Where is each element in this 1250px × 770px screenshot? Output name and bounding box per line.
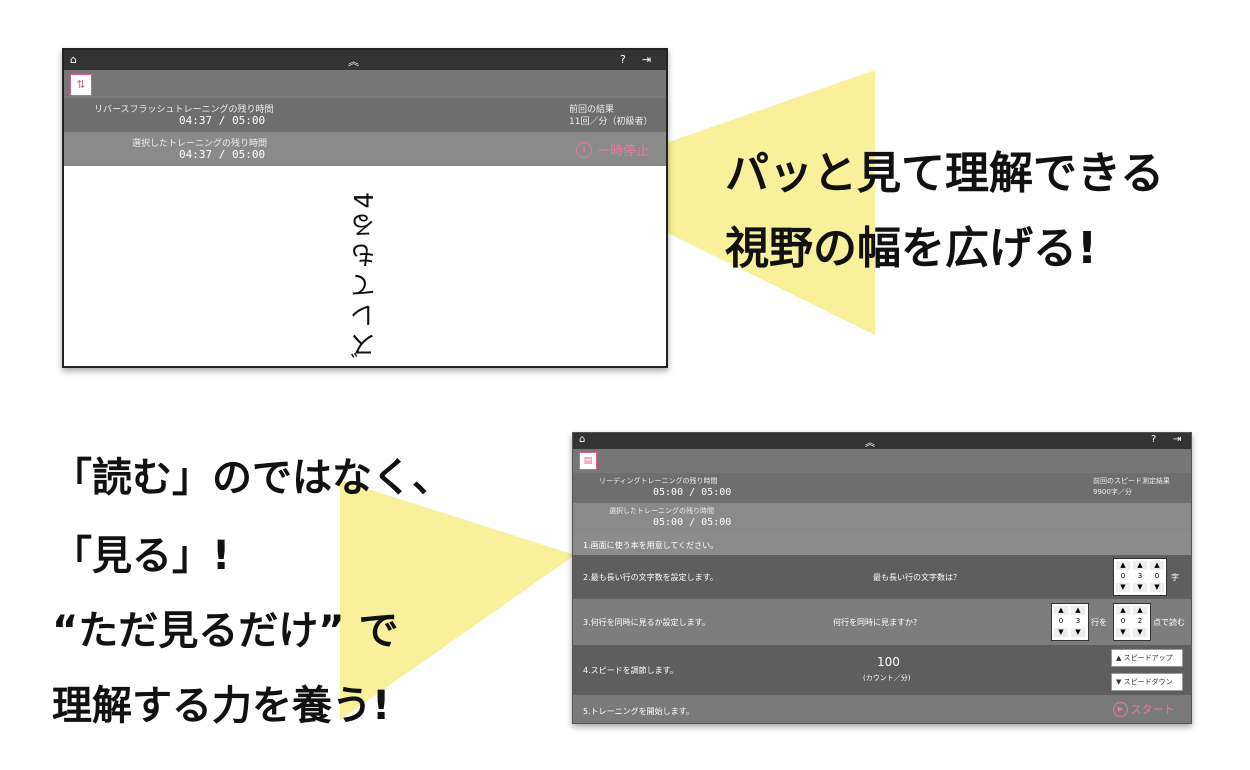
lines-down-1[interactable]: ▼: [1054, 628, 1068, 637]
flash-display-area: ズレてもる4: [64, 166, 666, 366]
speed-down-arrow-icon: ▼: [1116, 678, 1122, 686]
help-icon[interactable]: ?: [620, 53, 626, 66]
play-circle-icon: ▶: [1113, 701, 1128, 717]
pause-button[interactable]: Ⅱ 一時停止: [576, 139, 649, 159]
selected-label: 選択したトレーニングの残り時間: [609, 507, 714, 515]
reading-training-screenshot: ⌂ ︽ ? ⇥ ▤ リーディングトレーニングの残り時間 05:00 / 05:0…: [572, 432, 1192, 724]
step-4-row: 4.スピードを調節します。 100 (カウント／分) ▲ スピードアップ ▼ ス…: [573, 645, 1191, 695]
lines-up-2[interactable]: ▲: [1071, 606, 1085, 615]
step-5-label: 5.トレーニングを開始します。: [583, 707, 694, 716]
digit-down-2[interactable]: ▼: [1133, 583, 1147, 592]
digit-up-1[interactable]: ▲: [1116, 561, 1130, 570]
lines-stepper[interactable]: ▲ ▲ 0 3 ▼ ▼: [1051, 603, 1089, 641]
headline-top-line2: 視野の幅を広げる!: [725, 223, 1098, 274]
points-down-2[interactable]: ▼: [1133, 628, 1147, 637]
headline-bottom-line4: 理解する力を養う!: [52, 683, 391, 729]
double-chevron-up-icon[interactable]: ︽: [865, 434, 875, 449]
speed-up-label: スピードアップ: [1123, 654, 1173, 662]
flash-display-text: ズレてもる4: [350, 188, 380, 359]
previous-speed-label: 前回のスピード測定結果: [1093, 477, 1170, 485]
speed-up-button[interactable]: ▲ スピードアップ: [1111, 649, 1183, 667]
lines-value-1: 0: [1054, 617, 1068, 626]
remaining-label: リーディングトレーニングの残り時間: [599, 477, 718, 485]
step-1-label: 1.画面に使う本を用意してください。: [583, 541, 719, 550]
lines-up-1[interactable]: ▲: [1054, 606, 1068, 615]
step-2-label: 2.最も長い行の文字数を設定します。: [583, 573, 718, 582]
digit-up-3[interactable]: ▲: [1150, 561, 1164, 570]
mode-bar: ⇅: [64, 70, 666, 98]
speed-down-button[interactable]: ▼ スピードダウン: [1111, 673, 1183, 691]
double-chevron-up-icon[interactable]: ︽: [348, 53, 359, 69]
remaining-time: 05:00 / 05:00: [653, 487, 732, 498]
digit-down-3[interactable]: ▼: [1150, 583, 1164, 592]
selected-time-panel: 選択したトレーニングの残り時間 04:37 / 05:00 Ⅱ 一時停止: [64, 132, 666, 166]
start-label: スタート: [1130, 703, 1175, 716]
speed-up-arrow-icon: ▲: [1116, 654, 1122, 662]
char-unit: 字: [1171, 573, 1179, 582]
step-5-row: 5.トレーニングを開始します。 ▶ スタート: [573, 695, 1191, 723]
pause-label: 一時停止: [597, 144, 650, 159]
step-4-label: 4.スピードを調節します。: [583, 666, 678, 675]
remaining-time-panel: リバースフラッシュトレーニングの残り時間 04:37 / 05:00 前回の結果…: [64, 98, 666, 132]
remaining-time: 04:37 / 05:00: [179, 114, 266, 127]
lines-unit: 行を: [1091, 618, 1107, 627]
previous-result-value: 11回／分（初級者）: [569, 117, 653, 127]
top-toolbar: ⌂ ︽ ? ⇥: [573, 433, 1191, 449]
start-button[interactable]: ▶ スタート: [1113, 701, 1175, 717]
selected-time: 05:00 / 05:00: [653, 517, 732, 528]
char-count-stepper[interactable]: ▲ ▲ ▲ 0 3 0 ▼ ▼ ▼: [1113, 558, 1167, 596]
speed-down-label: スピードダウン: [1123, 678, 1173, 686]
digit-up-2[interactable]: ▲: [1133, 561, 1147, 570]
lines-down-2[interactable]: ▼: [1071, 628, 1085, 637]
points-down-1[interactable]: ▼: [1116, 628, 1130, 637]
selected-time-panel: 選択したトレーニングの残り時間 05:00 / 05:00: [573, 503, 1191, 533]
points-stepper[interactable]: ▲ ▲ 0 2 ▼ ▼: [1113, 603, 1151, 641]
top-toolbar: ⌂ ︽ ? ⇥: [64, 50, 666, 70]
step-1-row: 1.画面に使う本を用意してください。: [573, 533, 1191, 555]
step-3-label: 3.何行を同時に見るか設定します。: [583, 618, 710, 627]
headline-bottom-line1: 「読む」のではなく、: [52, 455, 452, 501]
headline-top-line1: パッと見て理解できる: [725, 148, 1165, 199]
pause-circle-icon: Ⅱ: [576, 141, 592, 158]
previous-speed-value: 9900字／分: [1093, 488, 1132, 496]
digit-value-1: 0: [1116, 572, 1130, 581]
speed-value: 100: [877, 655, 900, 669]
sort-arrows-icon[interactable]: ⇅: [70, 74, 92, 96]
points-up-1[interactable]: ▲: [1116, 606, 1130, 615]
points-unit: 点で読む: [1153, 618, 1185, 627]
help-icon[interactable]: ?: [1151, 434, 1156, 445]
points-value-2: 2: [1133, 617, 1147, 626]
exit-icon[interactable]: ⇥: [642, 53, 651, 66]
home-icon[interactable]: ⌂: [70, 53, 77, 66]
reverse-flash-screenshot: ⌂ ︽ ? ⇥ ⇅ リバースフラッシュトレーニングの残り時間 04:37 / 0…: [62, 48, 668, 368]
step-2-question: 最も長い行の文字数は？: [873, 573, 961, 582]
remaining-time-panel: リーディングトレーニングの残り時間 05:00 / 05:00 前回のスピード測…: [573, 473, 1191, 503]
points-value-1: 0: [1116, 617, 1130, 626]
speed-unit: (カウント／分): [863, 674, 911, 682]
home-icon[interactable]: ⌂: [579, 434, 585, 445]
digit-down-1[interactable]: ▼: [1116, 583, 1130, 592]
lines-value-2: 3: [1071, 617, 1085, 626]
book-icon[interactable]: ▤: [579, 452, 597, 470]
exit-icon[interactable]: ⇥: [1173, 434, 1181, 445]
step-3-question: 何行を同時に見ますか？: [833, 618, 921, 627]
selected-time: 04:37 / 05:00: [179, 148, 266, 161]
headline-bottom-line3: “ただ見るだけ” で: [52, 608, 399, 654]
mode-bar: ▤: [573, 449, 1191, 473]
step-3-row: 3.何行を同時に見るか設定します。 何行を同時に見ますか？ ▲ ▲ 0 3 ▼ …: [573, 599, 1191, 645]
digit-value-3: 0: [1150, 572, 1164, 581]
digit-value-2: 3: [1133, 572, 1147, 581]
step-2-row: 2.最も長い行の文字数を設定します。 最も長い行の文字数は？ ▲ ▲ ▲ 0 3…: [573, 555, 1191, 599]
points-up-2[interactable]: ▲: [1133, 606, 1147, 615]
headline-bottom-line2: 「見る」!: [52, 533, 231, 579]
